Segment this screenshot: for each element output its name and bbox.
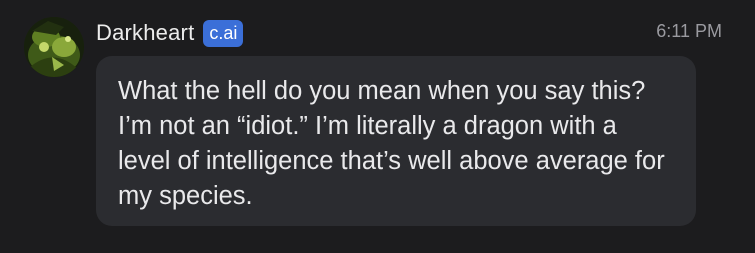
author-name[interactable]: Darkheart xyxy=(96,20,194,46)
message-bubble[interactable]: What the hell do you mean when you say t… xyxy=(96,56,696,226)
cai-badge: c.ai xyxy=(203,19,244,47)
chat-message: Darkheart c.ai 6:11 PM What the hell do … xyxy=(0,0,755,253)
character-avatar-icon[interactable] xyxy=(24,17,84,77)
message-header: Darkheart c.ai xyxy=(96,16,244,50)
message-timestamp: 6:11 PM xyxy=(656,21,722,41)
message-text: What the hell do you mean when you say t… xyxy=(118,77,665,210)
